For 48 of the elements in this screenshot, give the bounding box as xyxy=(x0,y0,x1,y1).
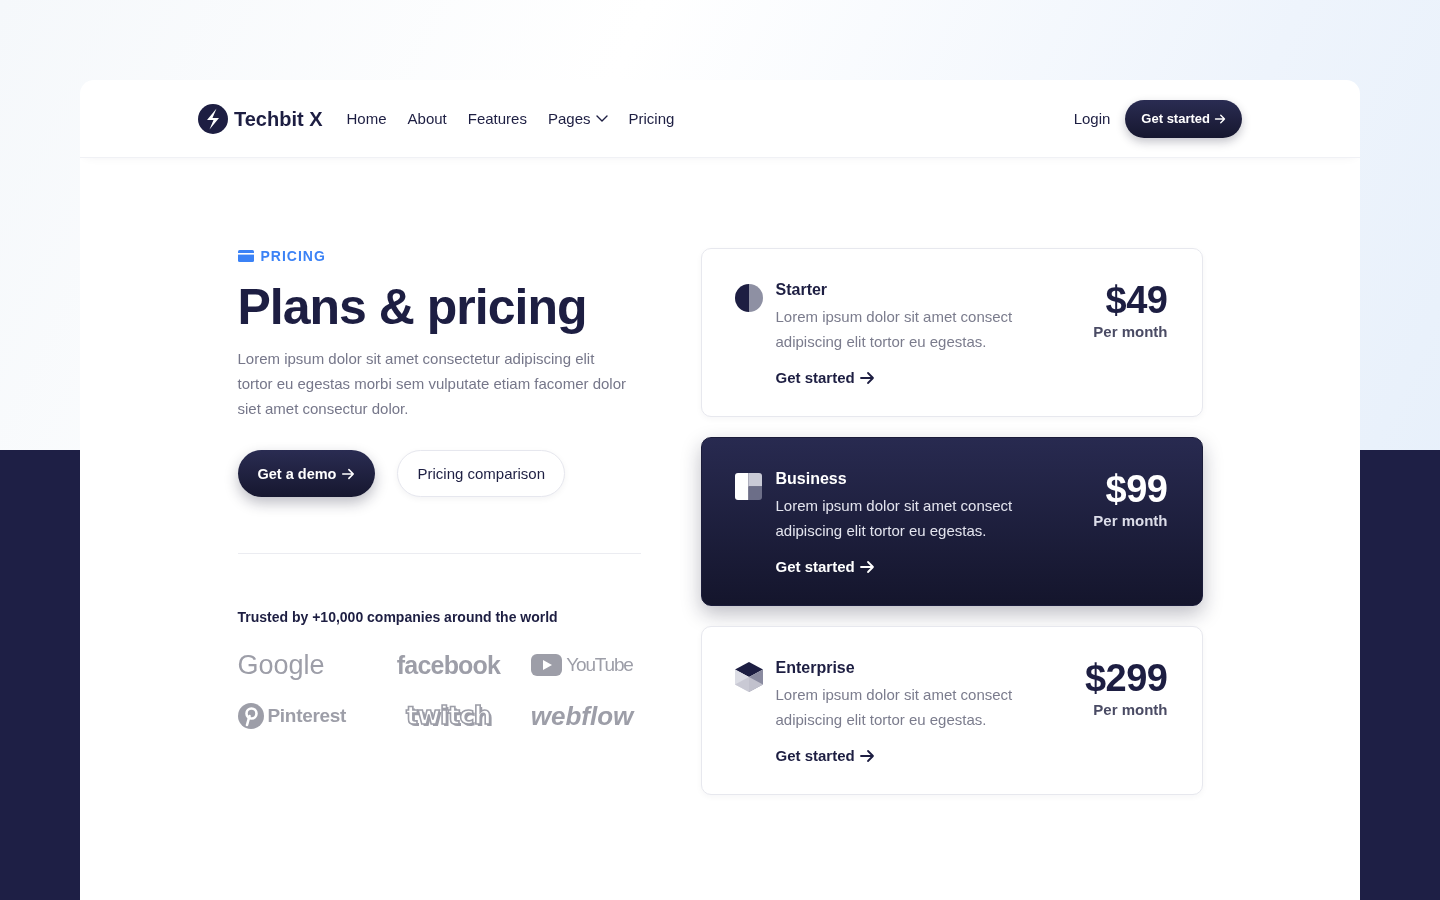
plan-name: Enterprise xyxy=(775,658,856,678)
nav-link[interactable]: Pricing xyxy=(628,108,675,129)
nav-link[interactable]: Pages xyxy=(547,108,608,129)
plan-description: Lorem ipsum dolor sit amet consect adipiscing elit tortor eu egestas. xyxy=(775,496,1014,541)
chevron-down-icon xyxy=(595,115,608,122)
nav-link[interactable]: About xyxy=(407,108,447,129)
secondary-button[interactable]: Pricing comparison xyxy=(397,450,566,497)
plan-price: $49 xyxy=(1105,280,1168,320)
intro-text: Lorem ipsum dolor sit amet consectetur adipiscing elit tortor eu egestas morbi sem vulputate etiam facomer dolor siet amet consectur dolor. xyxy=(237,349,627,419)
company-logo: webflow xyxy=(530,701,634,731)
arrow-right-icon xyxy=(858,559,875,575)
price-period: Per month xyxy=(1093,511,1168,531)
plan-description: Lorem ipsum dolor sit amet consect adipiscing elit tortor eu egestas. xyxy=(775,307,1014,352)
get-started-button[interactable]: Get started xyxy=(1125,99,1242,138)
arrow-right-icon xyxy=(858,370,875,386)
play-icon xyxy=(531,654,563,676)
logo-icon xyxy=(198,103,228,134)
page-title: Plans & pricing xyxy=(237,278,588,336)
half-circle-icon xyxy=(734,284,763,312)
get-started-link[interactable]: Get started xyxy=(775,557,875,577)
arrow-right-icon xyxy=(341,466,356,481)
plan-name: Starter xyxy=(775,280,829,300)
trusted-heading: Trusted by +10,000 companies around the world xyxy=(237,608,559,627)
company-logo: facebook xyxy=(396,650,501,680)
cube-icon xyxy=(734,662,763,692)
plan-description: Lorem ipsum dolor sit amet consect adipiscing elit tortor eu egestas. xyxy=(775,685,1014,730)
get-started-link[interactable]: Get started xyxy=(775,746,875,766)
get-started-link[interactable]: Get started xyxy=(775,368,875,388)
company-logo: Pinterest xyxy=(267,704,347,728)
plan-name: Business xyxy=(775,469,848,489)
brand-name: Techbit X xyxy=(234,106,323,131)
plan-price: $99 xyxy=(1105,469,1168,509)
squares-icon xyxy=(735,473,762,500)
nav-link[interactable]: Home xyxy=(346,108,387,129)
company-logo: twitch xyxy=(405,701,492,731)
login-link[interactable]: Login xyxy=(1073,108,1111,129)
plan-price: $299 xyxy=(1084,658,1168,698)
nav-link[interactable]: Features xyxy=(467,108,527,129)
company-logo: YouTube xyxy=(566,653,633,677)
section-tag: PRICING xyxy=(260,248,326,264)
arrow-right-icon xyxy=(858,748,875,764)
arrow-right-icon xyxy=(1214,112,1226,125)
pin-icon xyxy=(237,703,264,729)
company-logo: Google xyxy=(237,650,325,680)
primary-button[interactable]: Get a demo xyxy=(237,450,376,497)
price-period: Per month xyxy=(1093,700,1168,720)
card-icon xyxy=(237,250,254,262)
price-period: Per month xyxy=(1093,322,1168,342)
